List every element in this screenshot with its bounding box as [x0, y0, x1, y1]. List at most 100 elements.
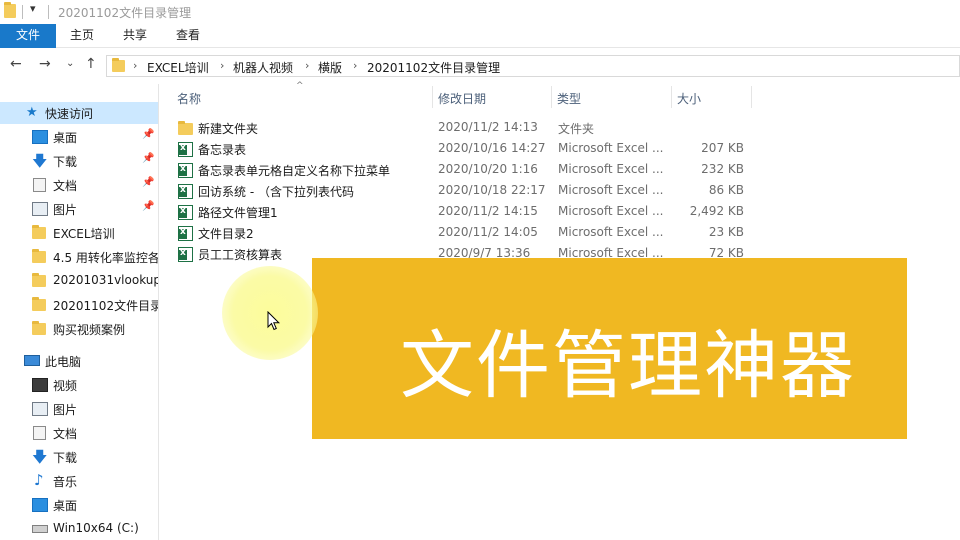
- file-name: 新建文件夹: [198, 122, 259, 136]
- forward-arrow-icon[interactable]: →: [39, 56, 51, 72]
- nav-item-folder[interactable]: 4.5 用转化率监控各: [0, 246, 158, 268]
- nav-item-documents[interactable]: 文档: [0, 422, 158, 444]
- excel-icon: [178, 226, 193, 241]
- nav-label: 此电脑: [45, 355, 82, 369]
- nav-label: 4.5 用转化率监控各: [53, 251, 158, 265]
- nav-item-music[interactable]: ♪ 音乐: [0, 470, 158, 492]
- tab-view[interactable]: 查看: [166, 24, 210, 48]
- file-date: 2020/11/2 14:15: [438, 204, 538, 218]
- file-size: 232 KB: [701, 162, 744, 176]
- nav-item-downloads[interactable]: 🡇 下载: [0, 446, 158, 468]
- nav-item-desktop[interactable]: 桌面: [0, 494, 158, 516]
- ribbon-tabs: 文件 主页 共享 查看: [0, 24, 960, 48]
- nav-label: 桌面: [53, 131, 78, 145]
- nav-item-folder[interactable]: 购买视频案例: [0, 318, 158, 340]
- column-header-type[interactable]: 类型: [557, 90, 581, 107]
- breadcrumb-item[interactable]: 机器人视频: [233, 59, 293, 76]
- tab-home[interactable]: 主页: [60, 24, 104, 48]
- window-title: 20201102文件目录管理: [58, 6, 192, 20]
- customize-toolbar-icon[interactable]: ▾: [30, 2, 36, 15]
- column-header-size[interactable]: 大小: [677, 90, 701, 107]
- column-divider[interactable]: [551, 86, 552, 108]
- nav-this-pc[interactable]: 此电脑: [0, 350, 158, 372]
- sort-ascending-icon: ^: [296, 81, 304, 91]
- pin-icon[interactable]: 📌: [142, 201, 154, 212]
- nav-label: 20201102文件目录: [53, 299, 158, 313]
- up-arrow-icon[interactable]: ↑: [85, 56, 97, 72]
- nav-item-downloads[interactable]: 🡇 下载 📌: [0, 150, 158, 172]
- title-bar: ▾ 20201102文件目录管理: [0, 0, 960, 24]
- file-row[interactable]: 备忘录表单元格自定义名称下拉菜单 2020/10/20 1:16 Microso…: [176, 160, 756, 181]
- file-type: Microsoft Excel ...: [558, 141, 664, 155]
- file-row[interactable]: 备忘录表 2020/10/16 14:27 Microsoft Excel ..…: [176, 139, 756, 160]
- excel-icon: [178, 184, 193, 199]
- star-icon: ★: [26, 105, 38, 120]
- folder-icon: [178, 121, 193, 135]
- nav-item-pictures[interactable]: 图片 📌: [0, 198, 158, 220]
- back-arrow-icon[interactable]: ←: [10, 56, 22, 72]
- breadcrumb-item[interactable]: 20201102文件目录管理: [367, 59, 500, 76]
- file-name: 备忘录表单元格自定义名称下拉菜单: [198, 164, 391, 178]
- nav-label: 快速访问: [45, 107, 94, 121]
- nav-label: 视频: [53, 379, 78, 393]
- file-date: 2020/11/2 14:13: [438, 120, 538, 134]
- tab-file[interactable]: 文件: [0, 24, 56, 48]
- nav-item-folder[interactable]: 20201102文件目录: [0, 294, 158, 316]
- column-divider[interactable]: [432, 86, 433, 108]
- pane-divider[interactable]: [158, 84, 159, 540]
- document-icon: [33, 178, 46, 192]
- nav-label: 桌面: [53, 499, 78, 513]
- file-name: 路径文件管理1: [198, 206, 278, 220]
- nav-item-desktop[interactable]: 桌面 📌: [0, 126, 158, 148]
- address-bar[interactable]: › EXCEL培训 › 机器人视频 › 横版 › 20201102文件目录管理: [106, 55, 960, 77]
- document-icon: [33, 426, 46, 440]
- nav-quick-access[interactable]: ★ 快速访问: [0, 102, 158, 124]
- file-type: 文件夹: [558, 122, 595, 136]
- chevron-right-icon[interactable]: ›: [353, 59, 357, 72]
- nav-item-folder[interactable]: 20201031vlookup: [0, 270, 158, 292]
- file-date: 2020/10/16 14:27: [438, 141, 546, 155]
- pin-icon[interactable]: 📌: [142, 153, 154, 164]
- file-name: 文件目录2: [198, 227, 254, 241]
- nav-label: Win10x64 (C:): [53, 521, 139, 535]
- nav-label: 20201031vlookup: [53, 273, 158, 287]
- desktop-icon: [32, 130, 48, 144]
- file-row[interactable]: 回访系统 - （含下拉列表代码 2020/10/18 22:17 Microso…: [176, 181, 756, 202]
- column-divider[interactable]: [751, 86, 752, 108]
- pin-icon[interactable]: 📌: [142, 177, 154, 188]
- nav-item-documents[interactable]: 文档 📌: [0, 174, 158, 196]
- divider: [22, 5, 23, 19]
- chevron-right-icon[interactable]: ›: [220, 59, 224, 72]
- nav-item-drive-c[interactable]: Win10x64 (C:): [0, 518, 158, 540]
- file-row[interactable]: 文件目录2 2020/11/2 14:05 Microsoft Excel ..…: [176, 223, 756, 244]
- picture-icon: [32, 202, 48, 216]
- nav-item-folder[interactable]: EXCEL培训: [0, 222, 158, 244]
- video-icon: [32, 378, 48, 392]
- file-type: Microsoft Excel ...: [558, 225, 664, 239]
- nav-item-pictures[interactable]: 图片: [0, 398, 158, 420]
- folder-icon: [32, 225, 46, 239]
- breadcrumb-item[interactable]: 横版: [318, 59, 342, 76]
- nav-item-videos[interactable]: 视频: [0, 374, 158, 396]
- desktop-icon: [32, 498, 48, 512]
- chevron-right-icon[interactable]: ›: [133, 59, 137, 72]
- nav-label: 下载: [53, 451, 78, 465]
- chevron-right-icon[interactable]: ›: [305, 59, 309, 72]
- nav-label: 文档: [53, 427, 78, 441]
- breadcrumb-item[interactable]: EXCEL培训: [147, 59, 209, 76]
- column-header-name[interactable]: 名称: [177, 90, 201, 107]
- folder-icon: [32, 297, 46, 311]
- file-row[interactable]: 路径文件管理1 2020/11/2 14:15 Microsoft Excel …: [176, 202, 756, 223]
- excel-icon: [178, 205, 193, 220]
- file-type: Microsoft Excel ...: [558, 162, 664, 176]
- pin-icon[interactable]: 📌: [142, 129, 154, 140]
- column-divider[interactable]: [671, 86, 672, 108]
- drive-icon: [32, 525, 48, 533]
- file-row[interactable]: 新建文件夹 2020/11/2 14:13 文件夹: [176, 118, 756, 139]
- file-size: 23 KB: [708, 225, 744, 239]
- recent-locations-icon[interactable]: ⌄: [66, 58, 74, 69]
- column-header-date[interactable]: 修改日期: [438, 90, 486, 107]
- overlay-title: 文件管理神器: [400, 323, 856, 409]
- tab-share[interactable]: 共享: [113, 24, 157, 48]
- navigation-pane: ★ 快速访问 桌面 📌 🡇 下载 📌 文档 📌 图片 📌 EXCEL培训 4.5…: [0, 92, 158, 540]
